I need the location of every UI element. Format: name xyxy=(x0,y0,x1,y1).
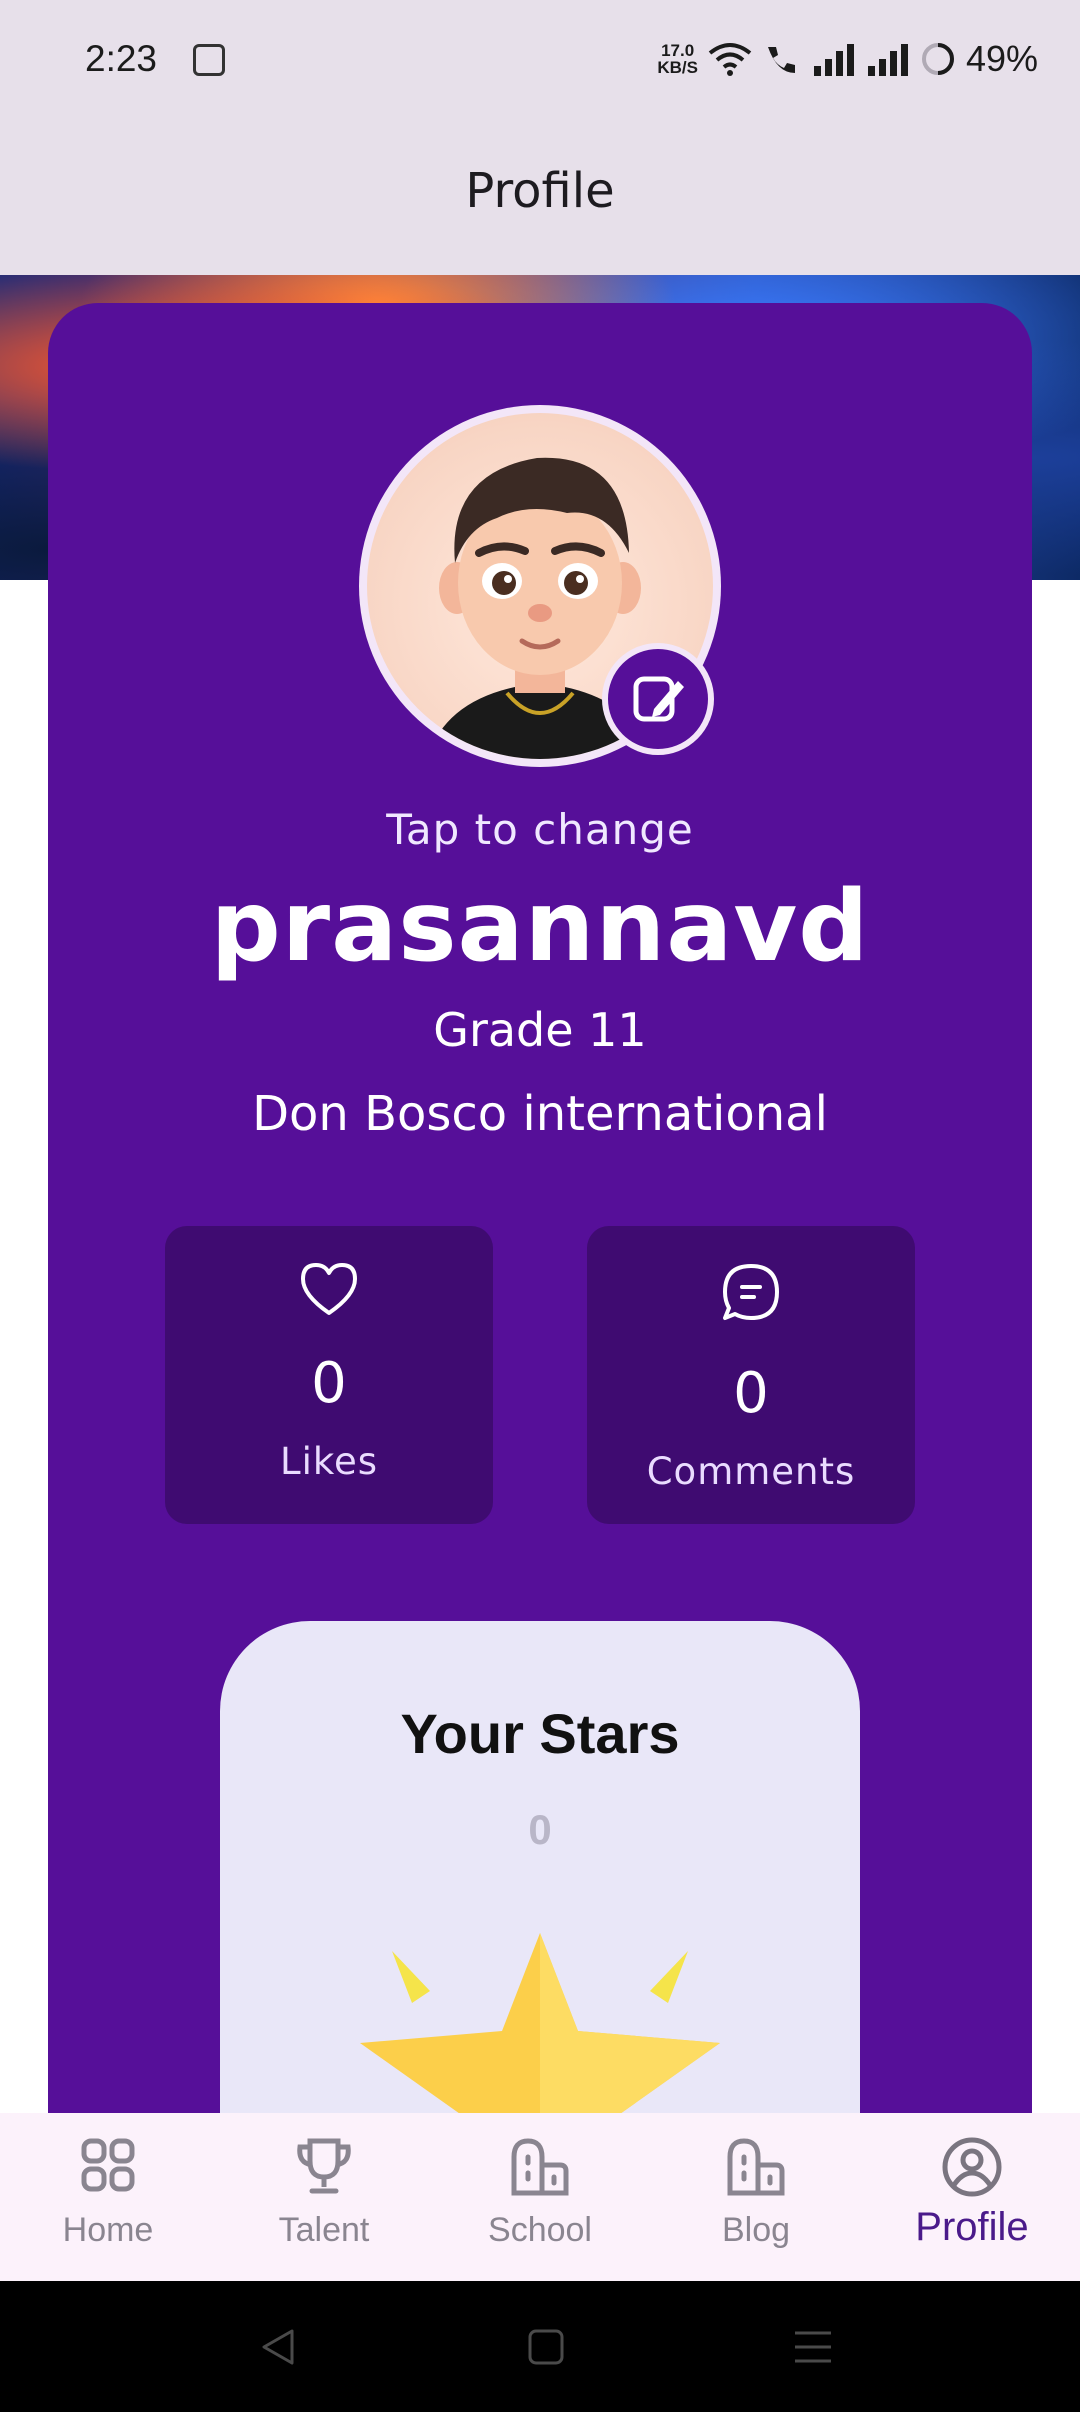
heart-icon xyxy=(301,1263,357,1315)
status-indicators: 17.0 KB/S 49% xyxy=(657,38,1038,80)
nav-blog-label: Blog xyxy=(721,2211,791,2249)
tap-to-change-label[interactable]: Tap to change xyxy=(0,805,1080,854)
call-icon xyxy=(767,47,795,73)
nav-talent[interactable]: Talent xyxy=(216,2113,432,2281)
stars-title: Your Stars xyxy=(400,1702,680,1765)
building-icon xyxy=(727,2138,785,2196)
comments-label: Comments xyxy=(646,1450,856,1493)
status-bar: 2:23 17.0 KB/S 49% xyxy=(0,0,1080,125)
back-icon[interactable] xyxy=(258,2327,298,2367)
stars-card: Your Stars 0 xyxy=(220,1621,860,2121)
edit-icon xyxy=(633,676,684,722)
comments-count: 0 xyxy=(733,1361,769,1426)
likes-label: Likes xyxy=(279,1440,379,1483)
bottom-navigation: Home Talent School Blog Profile xyxy=(0,2113,1080,2281)
grade-label: Grade 11 xyxy=(433,1003,647,1057)
network-speed: 17.0 KB/S xyxy=(657,41,698,77)
star-icon xyxy=(360,1933,720,2121)
likes-count: 0 xyxy=(311,1351,347,1416)
nav-home-label: Home xyxy=(62,2211,154,2249)
nav-school[interactable]: School xyxy=(432,2113,648,2281)
menu-icon[interactable] xyxy=(791,2327,835,2367)
building-icon xyxy=(511,2138,569,2196)
avatar[interactable] xyxy=(359,405,721,767)
nav-profile-label: Profile xyxy=(915,2205,1029,2249)
page-title: Profile xyxy=(465,163,615,219)
nav-talent-label: Talent xyxy=(278,2211,370,2249)
trophy-icon xyxy=(297,2138,351,2194)
signal-icon xyxy=(813,44,854,76)
wifi-icon xyxy=(708,43,752,76)
home-icon[interactable] xyxy=(526,2327,566,2367)
nav-profile[interactable]: Profile xyxy=(864,2113,1080,2281)
account-circle-icon xyxy=(942,2137,1002,2197)
nav-blog[interactable]: Blog xyxy=(648,2113,864,2281)
system-nav-bar xyxy=(0,2281,1080,2412)
grid-icon xyxy=(81,2138,135,2192)
chat-icon xyxy=(723,1264,779,1320)
stars-count: 0 xyxy=(528,1806,552,1853)
edit-avatar-button[interactable] xyxy=(602,643,714,755)
school-name: Don Bosco international xyxy=(252,1086,828,1142)
username: prasannavd xyxy=(210,870,870,984)
nav-home[interactable]: Home xyxy=(0,2113,216,2281)
likes-stat: 0 Likes xyxy=(165,1226,493,1524)
battery-icon xyxy=(921,43,954,75)
app-bar: Profile xyxy=(0,125,1080,275)
comments-stat: 0 Comments xyxy=(587,1226,915,1524)
nav-school-label: School xyxy=(488,2211,592,2249)
signal-icon-2 xyxy=(867,44,908,76)
battery-percent: 49% xyxy=(965,38,1038,79)
status-time: 2:23 xyxy=(85,38,158,79)
sim-card-icon xyxy=(193,44,225,76)
